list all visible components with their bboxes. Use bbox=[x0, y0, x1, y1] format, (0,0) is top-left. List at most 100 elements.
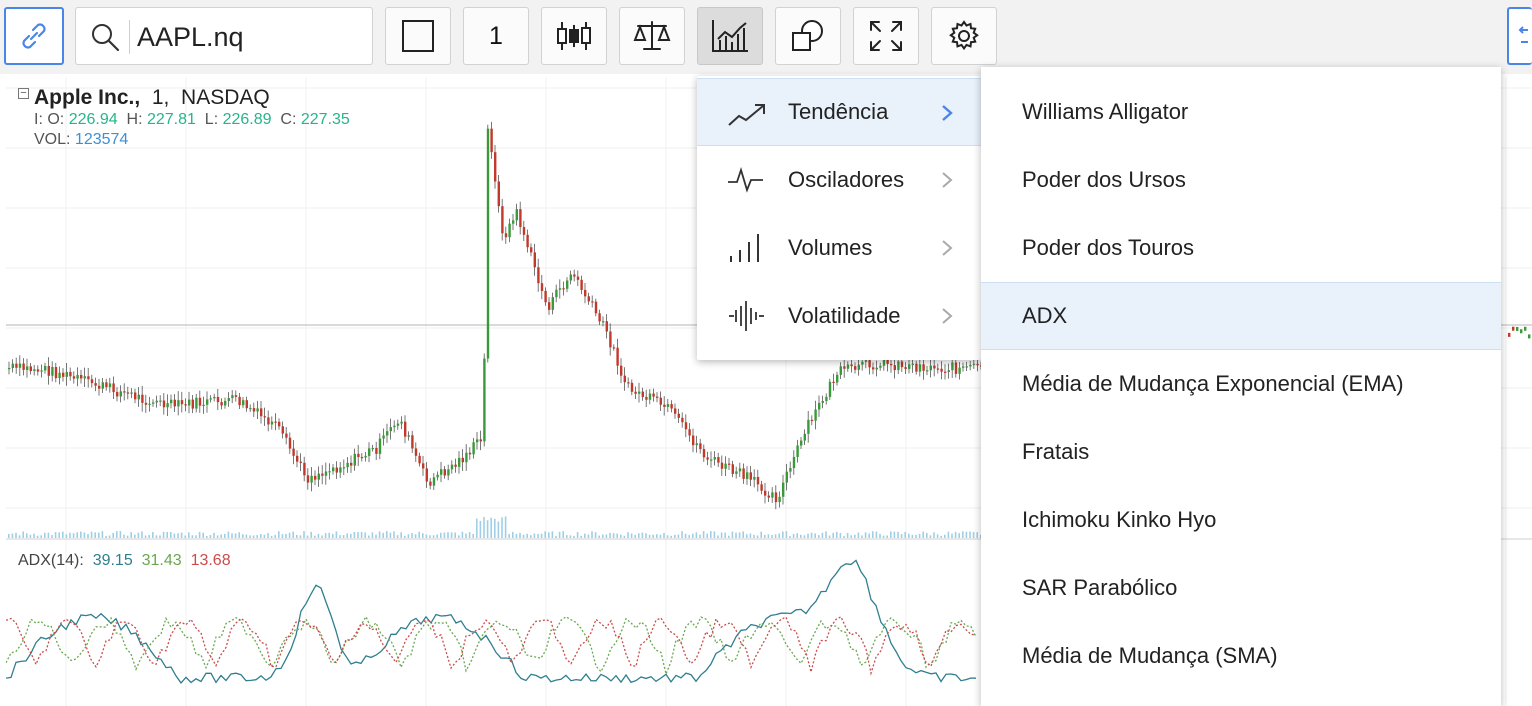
volume-bar bbox=[292, 531, 294, 538]
volume-bar bbox=[314, 535, 316, 538]
collapse-legend-button[interactable]: − bbox=[18, 88, 29, 99]
chart-style-button[interactable] bbox=[385, 7, 451, 65]
candle-body bbox=[364, 455, 367, 458]
candle-body bbox=[756, 477, 760, 485]
volume-bar bbox=[497, 521, 500, 538]
volume-bar bbox=[810, 532, 813, 538]
volume-bar bbox=[749, 533, 752, 538]
volume-bar bbox=[904, 532, 906, 538]
volume-bar bbox=[328, 532, 330, 538]
scale-icon bbox=[633, 21, 671, 50]
candle-body bbox=[612, 347, 616, 349]
candle-body bbox=[623, 375, 626, 383]
volume-bar bbox=[519, 532, 521, 538]
candle-body bbox=[393, 425, 396, 428]
candle-body bbox=[911, 363, 914, 365]
volume-bar bbox=[260, 534, 262, 538]
menu-item-bears-power[interactable]: Poder dos Ursos bbox=[981, 146, 1501, 214]
volume-bar bbox=[598, 535, 600, 538]
interval-button[interactable]: 1 bbox=[463, 7, 529, 65]
candle-body bbox=[65, 371, 68, 377]
candle-body bbox=[656, 396, 659, 398]
volume-bar bbox=[836, 531, 838, 538]
volume-bar bbox=[310, 531, 312, 538]
candle-body bbox=[404, 421, 407, 437]
menu-item-sma[interactable]: Média de Mudança (SMA) bbox=[981, 622, 1501, 690]
drawing-button[interactable] bbox=[775, 7, 841, 65]
volume-bar bbox=[735, 532, 737, 538]
candles-button[interactable] bbox=[541, 7, 607, 65]
menu-item-parabolic-sar[interactable]: SAR Parabólico bbox=[981, 554, 1501, 622]
candle-body bbox=[130, 392, 133, 394]
compare-button[interactable] bbox=[619, 7, 685, 65]
menu-item-volumes[interactable]: Volumes bbox=[697, 214, 981, 282]
candle-body bbox=[868, 360, 871, 368]
candle-body bbox=[371, 447, 374, 450]
candle-body bbox=[670, 404, 673, 409]
candle-body bbox=[15, 363, 18, 368]
candle-body bbox=[692, 435, 695, 446]
candle-body bbox=[375, 447, 378, 454]
volume-bar bbox=[555, 535, 557, 538]
volume-bar bbox=[188, 532, 190, 538]
candle-body bbox=[724, 463, 727, 469]
indicators-button[interactable] bbox=[697, 7, 763, 65]
candle-body bbox=[166, 403, 169, 408]
candle-body bbox=[418, 455, 421, 464]
candle-body bbox=[828, 381, 832, 397]
volume-bar bbox=[922, 531, 924, 538]
volume-bar bbox=[886, 535, 888, 538]
candle-body bbox=[976, 363, 979, 366]
volume-bar bbox=[551, 531, 554, 538]
volume-bar bbox=[479, 520, 482, 538]
volume-bar bbox=[785, 531, 788, 538]
volume-bar bbox=[818, 535, 820, 538]
candle-body bbox=[105, 382, 108, 388]
candle-body bbox=[753, 477, 756, 480]
candle-body bbox=[170, 399, 173, 404]
candle-body bbox=[965, 366, 968, 368]
menu-item-adx[interactable]: ADX bbox=[981, 282, 1501, 350]
volume-bar bbox=[368, 535, 370, 538]
volume-bar bbox=[515, 533, 518, 538]
volume-bar bbox=[490, 517, 492, 538]
menu-item-volatility[interactable]: Volatilidade bbox=[697, 282, 981, 350]
volume-bar bbox=[98, 532, 100, 538]
link-button[interactable] bbox=[4, 7, 64, 65]
plus-di-line bbox=[6, 615, 977, 677]
candle-body bbox=[198, 397, 202, 406]
settings-button[interactable] bbox=[931, 7, 997, 65]
menu-item-fractals[interactable]: Fratais bbox=[981, 418, 1501, 486]
volume-bar bbox=[346, 533, 348, 538]
trend-icon bbox=[728, 104, 765, 126]
candle-body bbox=[296, 455, 299, 462]
candle-body bbox=[267, 417, 270, 425]
candle-body bbox=[839, 366, 842, 375]
candle-body bbox=[357, 453, 360, 458]
volume-bar bbox=[666, 535, 669, 538]
menu-item-bulls-power[interactable]: Poder dos Touros bbox=[981, 214, 1501, 282]
candle-body bbox=[587, 296, 590, 302]
volume-bar bbox=[159, 535, 161, 538]
menu-item-williams-alligator[interactable]: Williams Alligator bbox=[981, 78, 1501, 146]
fullscreen-button[interactable] bbox=[853, 7, 919, 65]
chevron-right-icon bbox=[942, 105, 953, 121]
sync-button[interactable] bbox=[1507, 7, 1532, 65]
menu-item-trend[interactable]: Tendência bbox=[697, 78, 981, 146]
volume-bar bbox=[202, 532, 204, 538]
volatility-icon bbox=[729, 301, 764, 331]
candle-body bbox=[227, 398, 230, 401]
volume-bar bbox=[825, 531, 827, 538]
menu-item-ema[interactable]: Média de Mudança Exponencial (EMA) bbox=[981, 350, 1501, 418]
candle-body bbox=[789, 468, 792, 472]
menu-item-label: ADX bbox=[1022, 303, 1068, 328]
volume-bar bbox=[418, 531, 420, 538]
menu-item-oscillators[interactable]: Osciladores bbox=[697, 146, 981, 214]
candle-body bbox=[958, 367, 961, 374]
volume-bar bbox=[486, 520, 489, 538]
volume-bar bbox=[112, 532, 114, 538]
menu-item-ichimoku[interactable]: Ichimoku Kinko Hyo bbox=[981, 486, 1501, 554]
symbol-search[interactable]: AAPL.nq bbox=[75, 7, 373, 65]
symbol-input[interactable]: AAPL.nq bbox=[137, 20, 244, 54]
candle-body bbox=[864, 360, 868, 362]
